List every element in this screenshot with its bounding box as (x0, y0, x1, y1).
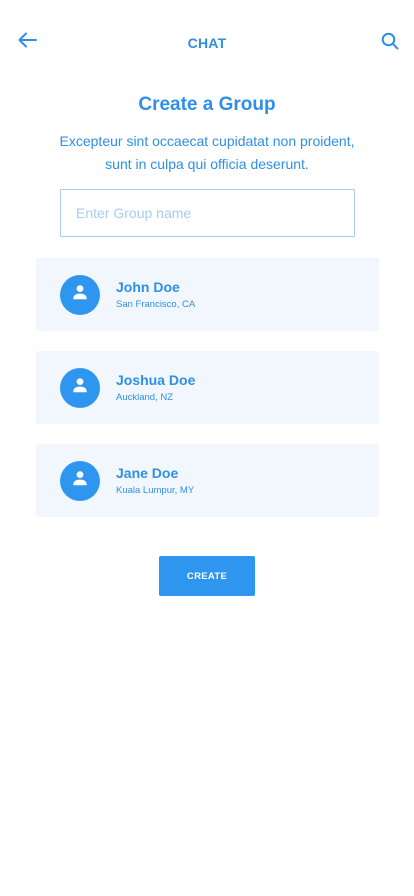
search-button[interactable] (378, 31, 402, 55)
group-name-input[interactable] (60, 189, 355, 237)
member-info: John Doe San Francisco, CA (116, 279, 195, 310)
user-icon (72, 284, 88, 305)
member-list: John Doe San Francisco, CA Joshua Doe Au… (36, 258, 379, 537)
create-group-screen: CHAT Create a Group Excepteur sint occae… (0, 0, 414, 896)
member-name: Joshua Doe (116, 372, 196, 388)
search-icon (381, 32, 399, 55)
avatar (60, 460, 100, 501)
member-name: Jane Doe (116, 465, 179, 481)
page-title: Create a Group (138, 94, 276, 115)
page-subtitle: Excepteur sint occaecat cupidatat non pr… (59, 133, 355, 172)
create-button[interactable]: CREATE (159, 556, 255, 596)
member-item-jane-doe[interactable]: Jane Doe Kuala Lumpur, MY (36, 444, 379, 517)
user-icon (72, 377, 88, 398)
member-location: Kuala Lumpur, MY (116, 485, 195, 496)
user-icon (72, 470, 88, 491)
avatar (60, 274, 100, 315)
member-info: Jane Doe Kuala Lumpur, MY (116, 465, 194, 496)
member-name: John Doe (116, 279, 180, 295)
member-item-john-doe[interactable]: John Doe San Francisco, CA (36, 258, 379, 331)
header-title: CHAT (187, 35, 227, 51)
member-item-joshua-doe[interactable]: Joshua Doe Auckland, NZ (36, 351, 379, 424)
app-header: CHAT (0, 0, 414, 86)
member-info: Joshua Doe Auckland, NZ (116, 372, 195, 403)
avatar (60, 367, 100, 408)
member-location: Auckland, NZ (116, 392, 174, 403)
member-location: San Francisco, CA (116, 299, 196, 310)
